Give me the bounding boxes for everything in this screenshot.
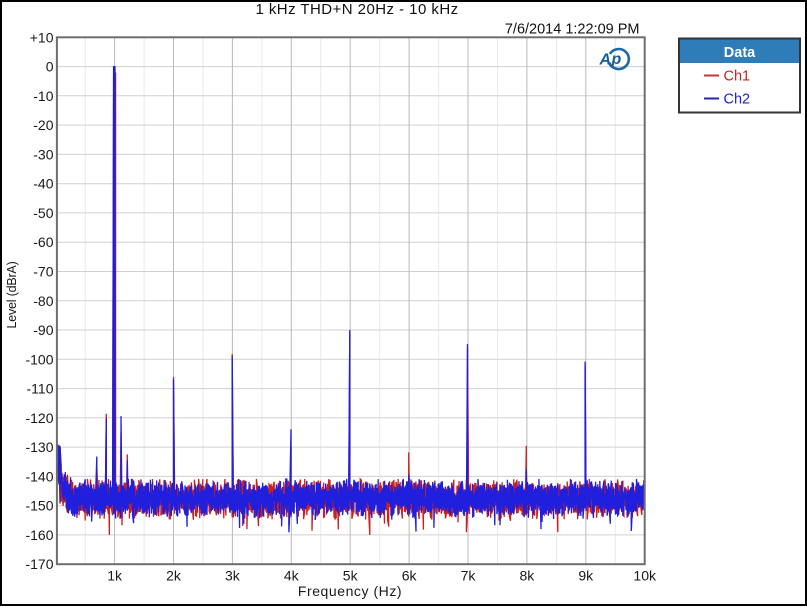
svg-text:-110: -110 <box>27 381 54 397</box>
svg-text:-80: -80 <box>33 293 53 309</box>
svg-text:5k: 5k <box>343 568 359 584</box>
svg-text:2k: 2k <box>166 568 182 584</box>
svg-text:-90: -90 <box>33 322 53 338</box>
svg-text:-120: -120 <box>25 410 53 426</box>
svg-text:0: 0 <box>46 59 54 75</box>
svg-text:10k: 10k <box>633 568 657 584</box>
svg-text:Ch1: Ch1 <box>724 69 751 85</box>
svg-text:7k: 7k <box>461 568 477 584</box>
svg-text:Frequency (Hz): Frequency (Hz) <box>298 583 402 599</box>
svg-text:-100: -100 <box>25 351 53 367</box>
svg-text:-150: -150 <box>25 498 53 514</box>
svg-text:+10: +10 <box>30 29 54 45</box>
svg-text:-60: -60 <box>33 234 53 250</box>
svg-text:-40: -40 <box>33 176 53 192</box>
svg-text:9k: 9k <box>578 568 594 584</box>
svg-text:-50: -50 <box>33 205 53 221</box>
svg-text:4k: 4k <box>284 568 300 584</box>
svg-text:-160: -160 <box>25 527 53 543</box>
svg-text:1 kHz THD+N 20Hz - 10 kHz: 1 kHz THD+N 20Hz - 10 kHz <box>255 1 458 18</box>
svg-text:p: p <box>611 51 622 68</box>
svg-text:-170: -170 <box>25 556 53 572</box>
svg-text:-140: -140 <box>25 468 53 484</box>
svg-text:-10: -10 <box>33 88 53 104</box>
svg-text:A: A <box>599 52 612 69</box>
svg-text:Ch2: Ch2 <box>724 92 751 108</box>
svg-text:8k: 8k <box>520 568 536 584</box>
svg-text:-30: -30 <box>33 146 53 162</box>
svg-text:6k: 6k <box>402 568 418 584</box>
svg-text:-20: -20 <box>33 117 53 133</box>
svg-text:-130: -130 <box>25 439 53 455</box>
svg-text:3k: 3k <box>225 568 241 584</box>
svg-text:Level (dBrA): Level (dBrA) <box>5 261 19 328</box>
svg-text:1k: 1k <box>107 568 123 584</box>
svg-text:-70: -70 <box>33 264 53 280</box>
svg-text:7/6/2014 1:22:09 PM: 7/6/2014 1:22:09 PM <box>505 22 640 38</box>
svg-text:Data: Data <box>724 45 756 61</box>
